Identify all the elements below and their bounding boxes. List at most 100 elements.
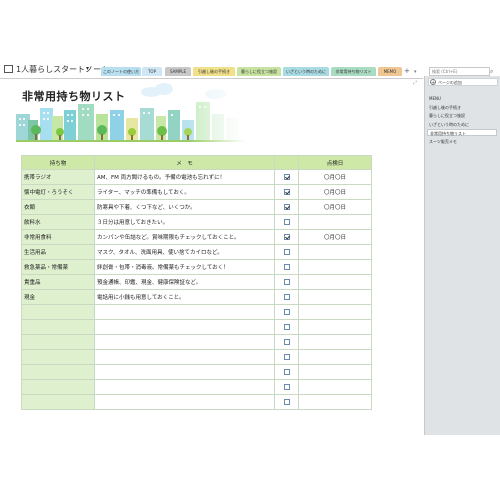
checkbox-unchecked[interactable] — [283, 398, 290, 405]
memo-cell[interactable]: ライター、マッチの準備もしておく。 — [94, 184, 275, 200]
column-header-memo: メ モ — [94, 155, 275, 170]
item-cell[interactable]: 現金 — [21, 289, 95, 305]
table-row — [21, 394, 372, 410]
memo-cell[interactable] — [94, 334, 275, 350]
date-cell[interactable] — [298, 394, 372, 410]
chevron-down-icon[interactable]: ▾ — [414, 68, 417, 76]
checkbox-checked[interactable] — [283, 173, 290, 180]
date-cell[interactable] — [298, 349, 372, 365]
memo-cell[interactable]: 絆創膏・包帯・消毒液。常備薬もチェックしておく！ — [94, 259, 275, 275]
item-cell[interactable]: 衣類 — [21, 199, 95, 215]
memo-cell[interactable]: 電話用に小銭も用意しておくこと。 — [94, 289, 275, 305]
check-cell — [274, 244, 299, 260]
item-cell[interactable]: 飲料水 — [21, 214, 95, 230]
tab-2[interactable]: SAMPLE — [165, 67, 191, 76]
date-cell[interactable] — [298, 244, 372, 260]
tab-1[interactable]: TOP — [142, 67, 162, 76]
memo-cell[interactable]: 防寒具や下着、くつ下など、いくつか。 — [94, 199, 275, 215]
notebook-icon[interactable] — [4, 65, 13, 73]
notebook-title[interactable]: 1人暮らしスタートノート — [16, 64, 109, 75]
memo-cell[interactable] — [94, 304, 275, 320]
checkbox-unchecked[interactable] — [283, 353, 290, 360]
search-icon[interactable]: ⌕ — [490, 67, 493, 76]
page-list-item[interactable]: MENU — [427, 95, 497, 102]
search-input[interactable]: 検索 (Ctrl+E) — [429, 67, 490, 76]
memo-cell[interactable] — [94, 394, 275, 410]
date-cell[interactable]: 〇月〇日 — [298, 169, 372, 185]
table-row: 携帯ラジオ AM、FM 両方聞けるもの。予備の電池も忘れずに！ 〇月〇日 — [21, 169, 372, 185]
check-cell — [274, 304, 299, 320]
table-row: 生活用品 マスク、タオル、洗面用具、使い捨てカイロなど。 — [21, 244, 372, 260]
check-cell — [274, 289, 299, 305]
checkbox-unchecked[interactable] — [283, 338, 290, 345]
item-cell[interactable] — [21, 349, 95, 365]
item-cell[interactable] — [21, 304, 95, 320]
item-cell[interactable]: 救急薬品・常備薬 — [21, 259, 95, 275]
page-list-item[interactable]: いざという時のために — [427, 121, 497, 128]
page-title[interactable]: 非常用持ち物リスト — [22, 88, 126, 104]
checkbox-unchecked[interactable] — [283, 248, 290, 255]
item-cell[interactable]: 非常用食料 — [21, 229, 95, 245]
item-cell[interactable] — [21, 334, 95, 350]
item-cell[interactable]: 生活用品 — [21, 244, 95, 260]
page-list-item[interactable]: 引越し後の手続き — [427, 104, 497, 111]
date-cell[interactable]: 〇月〇日 — [298, 199, 372, 215]
date-cell[interactable] — [298, 259, 372, 275]
date-cell[interactable] — [298, 334, 372, 350]
memo-cell[interactable] — [94, 364, 275, 380]
checkbox-unchecked[interactable] — [283, 278, 290, 285]
date-cell[interactable]: 〇月〇日 — [298, 184, 372, 200]
tab-4[interactable]: 暮らしに役立つ施設 — [237, 67, 281, 76]
date-cell[interactable]: 〇月〇日 — [298, 229, 372, 245]
date-cell[interactable] — [298, 214, 372, 230]
date-cell[interactable] — [298, 379, 372, 395]
checkbox-unchecked[interactable] — [283, 308, 290, 315]
item-cell[interactable] — [21, 364, 95, 380]
checkbox-checked[interactable] — [283, 203, 290, 210]
page-list-item[interactable]: 暮らしに役立つ施設 — [427, 112, 497, 119]
tab-7[interactable]: MEMO — [378, 67, 402, 76]
checkbox-unchecked[interactable] — [283, 218, 290, 225]
tab-6[interactable]: 非常用持ち物リスト — [331, 67, 376, 76]
item-cell[interactable] — [21, 319, 95, 335]
memo-cell[interactable]: カンパンや缶詰など。賞味期限もチェックしておくこと。 — [94, 229, 275, 245]
item-cell[interactable]: 貴重品 — [21, 274, 95, 290]
checkbox-unchecked[interactable] — [283, 368, 290, 375]
item-cell[interactable]: 懐中電灯・ろうそく — [21, 184, 95, 200]
date-cell[interactable] — [298, 319, 372, 335]
checklist-table[interactable]: 持ち物 メ モ 点検日 携帯ラジオ AM、FM 両方聞けるもの。予備の電池も忘れず… — [21, 155, 372, 410]
memo-cell[interactable]: ３日分は用意しておきたい。 — [94, 214, 275, 230]
checkbox-unchecked[interactable] — [283, 383, 290, 390]
tab-3[interactable]: 引越し後の手続き — [193, 67, 235, 76]
memo-cell[interactable]: AM、FM 両方聞けるもの。予備の電池も忘れずに！ — [94, 169, 275, 185]
tab-0[interactable]: このノートの使い方 — [101, 67, 141, 76]
page-list-item[interactable]: 非常用持ち物リスト — [427, 129, 497, 137]
date-cell[interactable] — [298, 274, 372, 290]
item-cell[interactable]: 携帯ラジオ — [21, 169, 95, 185]
checkbox-unchecked[interactable] — [283, 263, 290, 270]
check-cell — [274, 199, 299, 215]
item-cell[interactable] — [21, 379, 95, 395]
memo-cell[interactable]: 預金通帳、印鑑、現金、健康保険証など。 — [94, 274, 275, 290]
page-list-item[interactable]: スーツ販売メモ — [427, 138, 497, 145]
tab-5[interactable]: いざという時のために — [283, 67, 329, 76]
item-cell[interactable] — [21, 394, 95, 410]
checkbox-checked[interactable] — [283, 188, 290, 195]
memo-cell[interactable] — [94, 379, 275, 395]
date-cell[interactable] — [298, 364, 372, 380]
add-section-button[interactable]: + — [404, 67, 410, 76]
table-row: 救急薬品・常備薬 絆創膏・包帯・消毒液。常備薬もチェックしておく！ — [21, 259, 372, 275]
memo-cell[interactable]: マスク、タオル、洗面用具、使い捨てカイロなど。 — [94, 244, 275, 260]
date-cell[interactable] — [298, 304, 372, 320]
checkbox-unchecked[interactable] — [283, 323, 290, 330]
memo-cell[interactable] — [94, 319, 275, 335]
memo-cell[interactable] — [94, 349, 275, 365]
date-cell[interactable] — [298, 289, 372, 305]
add-page-button[interactable]: + ページの追加 — [428, 78, 498, 86]
table-row — [21, 319, 372, 335]
table-row: 飲料水 ３日分は用意しておきたい。 — [21, 214, 372, 230]
expand-icon[interactable]: ⤢ — [413, 80, 417, 86]
checkbox-unchecked[interactable] — [283, 293, 290, 300]
checkbox-checked[interactable] — [283, 233, 290, 240]
chevron-down-icon[interactable]: ▾ — [86, 65, 89, 72]
